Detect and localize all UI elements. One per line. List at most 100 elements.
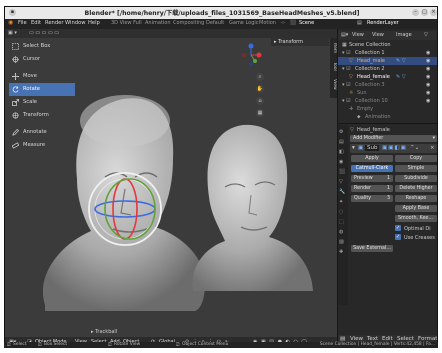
workspace-tab-motion[interactable]: Motion: [259, 20, 276, 26]
eye-icon[interactable]: ◉: [426, 66, 430, 72]
filter-icon[interactable]: ▽: [424, 32, 428, 38]
head-female-mesh[interactable]: [192, 124, 313, 291]
object-name-label: Head_female: [357, 127, 390, 133]
outliner-item-animation[interactable]: ⬥ Animation: [338, 113, 437, 121]
expand-icon[interactable]: ▾ ☑: [342, 82, 351, 88]
properties-tab-column: ⚙ ▤ ◧ ◉ ⬛ ▽ 🔧 ✦ ◌ ⬚ ◍ ▨ ✚: [338, 125, 348, 305]
workspace-arrows-icon[interactable]: ‹›: [281, 20, 285, 26]
outliner-item-label: Collection 3: [355, 82, 385, 88]
preview-levels-field[interactable]: Preview 1: [351, 175, 393, 182]
subdivide-button[interactable]: Subdivide: [395, 175, 437, 182]
outliner-item-collection-10[interactable]: ▾ ☑ Collection 10 ◉: [338, 97, 437, 105]
workspace-tab-3d-view-full[interactable]: 3D View Full: [111, 20, 142, 26]
optimal-label: Optimal Di: [404, 226, 431, 232]
mouse-middle-icon: ⎚: [108, 343, 112, 348]
status-box-select: Box Select: [44, 342, 68, 347]
mesh-object-icon: ▽: [349, 74, 353, 80]
action-icon: ⬥: [357, 114, 361, 120]
eye-icon[interactable]: ◉: [426, 74, 430, 80]
render-levels-field[interactable]: Render 1: [351, 185, 393, 192]
outliner-item-sun[interactable]: ☼ Sun ◉: [338, 89, 437, 97]
eye-icon[interactable]: ◉: [426, 58, 430, 64]
minimize-icon[interactable]: –: [412, 9, 419, 16]
chevron-down-icon[interactable]: ▾: [352, 145, 355, 151]
menu-edit[interactable]: Edit: [31, 20, 41, 26]
outliner-item-empty[interactable]: ✛ Empty: [338, 105, 437, 113]
outliner-item-label: Collection 2: [355, 66, 385, 72]
remove-x-icon[interactable]: ×: [430, 145, 435, 151]
outliner-view2-menu[interactable]: View: [372, 32, 384, 38]
delete-higher-button[interactable]: Delete Higher: [395, 185, 437, 192]
move-up-icon[interactable]: ⌃⌄: [410, 145, 419, 151]
eye-icon[interactable]: ◉: [426, 82, 430, 88]
status-bar: ⎚ Select ⎚ Box Select ⎚ Rotate View ⎚ Ob…: [4, 342, 438, 348]
outliner-item-collection-3[interactable]: ▾ ☑ Collection 3 ◉: [338, 81, 437, 89]
head-male-mesh[interactable]: [42, 95, 206, 312]
outliner-item-head-male[interactable]: ▽ Head_male ✎ ▽ ◉: [338, 57, 437, 65]
modifier-header[interactable]: ▾ ▣ Sub ▣▣◧▣ ⌃⌄ ×: [350, 144, 437, 153]
outliner-editor-icon[interactable]: ▤▾: [341, 32, 348, 38]
apply-button[interactable]: Apply: [351, 155, 393, 162]
simple-button[interactable]: Simple: [395, 165, 437, 172]
divider: [338, 123, 437, 124]
blender-logo-icon[interactable]: ◉: [8, 19, 13, 26]
outliner-view-menu[interactable]: View: [352, 32, 364, 38]
expand-icon[interactable]: ▾ ☑: [342, 98, 351, 104]
expand-icon[interactable]: ▾ ☑: [342, 66, 351, 72]
outliner-image-menu[interactable]: Image: [396, 32, 412, 38]
outliner-scene-collection[interactable]: ▦ Scene Collection: [338, 41, 437, 49]
mesh-object-icon: ▽: [350, 127, 354, 133]
blender-window: ▪ Blender* [/home/henry/下载/uploads_files…: [4, 6, 438, 347]
outliner-item-head-female[interactable]: ▽ Head_female ✎ ▽ ◉: [338, 73, 437, 81]
expand-icon[interactable]: ▾ ☑: [342, 50, 351, 56]
reshape-button[interactable]: Reshape: [395, 195, 437, 202]
uv-smooth-label: Smooth, Kee...: [398, 216, 433, 221]
menu-help[interactable]: Help: [88, 20, 100, 26]
properties-tab-icons[interactable]: ⚙ ▤ ◧ ◉ ⬛ ▽ 🔧 ✦ ◌ ⬚ ◍ ▨ ✚: [339, 127, 345, 257]
scene-selector[interactable]: Scene: [299, 20, 314, 26]
window-title: Blender* [/home/henry/下载/uploads_files_1…: [84, 10, 360, 17]
optimal-display-checkbox[interactable]: ✓ Optimal Di: [395, 225, 437, 233]
modifier-wrench-icon: ✎ ▽: [396, 74, 406, 80]
menu-render[interactable]: Render: [45, 20, 63, 26]
mouse-left-icon: ⎚: [7, 343, 11, 348]
outliner-item-collection-1[interactable]: ▾ ☑ Collection 1 ◉: [338, 49, 437, 57]
status-scene-info: Scene Collection | Head_female | Verts:4…: [319, 342, 435, 347]
quality-field[interactable]: Quality 3: [351, 195, 393, 202]
menu-file[interactable]: File: [18, 20, 27, 26]
eye-icon[interactable]: ◉: [426, 98, 430, 104]
scene-meshes[interactable]: [5, 29, 337, 337]
status-select: Select: [13, 342, 27, 347]
menu-window[interactable]: Window: [65, 20, 85, 26]
preview-label: Preview: [354, 176, 373, 181]
renderlayer-selector[interactable]: RenderLayer: [367, 20, 399, 26]
last-operator-panel[interactable]: ▸ Trackball: [91, 329, 117, 335]
copy-button[interactable]: Copy: [395, 155, 437, 162]
workspace-tab-animation[interactable]: Animation: [145, 20, 171, 26]
eye-icon[interactable]: ◉: [426, 90, 430, 96]
workspace-tab-game-logic[interactable]: Game Logic: [229, 20, 259, 26]
apply-base-button[interactable]: Apply Base: [395, 205, 437, 212]
save-external-button[interactable]: Save External...: [351, 245, 393, 252]
modifier-display-toggles[interactable]: ▣▣◧▣: [382, 145, 407, 151]
catmull-clark-button[interactable]: Catmull-Clark: [351, 165, 393, 172]
modifier-name-field[interactable]: Sub: [365, 145, 380, 151]
use-creases-label: Use Creases: [404, 235, 435, 241]
maximize-icon[interactable]: □: [421, 9, 428, 16]
outliner-item-collection-2[interactable]: ▾ ☑ Collection 2 ◉: [338, 65, 437, 73]
close-icon[interactable]: ×: [430, 9, 437, 16]
add-modifier-button[interactable]: Add Modifier ▾: [350, 135, 437, 142]
checkmark-icon: ✓: [395, 234, 401, 240]
status-context-menu: Object Context Menu: [182, 342, 229, 347]
outliner-item-label: Animation: [365, 114, 391, 120]
use-creases-checkbox[interactable]: ✓ Use Creases: [395, 234, 437, 242]
outliner-item-label: Collection 10: [355, 98, 388, 104]
3d-viewport[interactable]: ▣ ▾ ▭ ▭ ▭ ▭ ▭ Select Box Cursor Move Rot…: [5, 29, 337, 337]
workspace-tab-compositing[interactable]: Compositing: [173, 20, 204, 26]
outliner-item-label: Sun: [357, 90, 367, 96]
subsurf-modifier-icon: ▣: [358, 145, 364, 151]
trackball-label: Trackball: [95, 329, 118, 335]
uv-smooth-dropdown[interactable]: Smooth, Kee...: [395, 215, 437, 222]
eye-icon[interactable]: ◉: [426, 50, 430, 56]
workspace-tab-default[interactable]: Default: [206, 20, 224, 26]
